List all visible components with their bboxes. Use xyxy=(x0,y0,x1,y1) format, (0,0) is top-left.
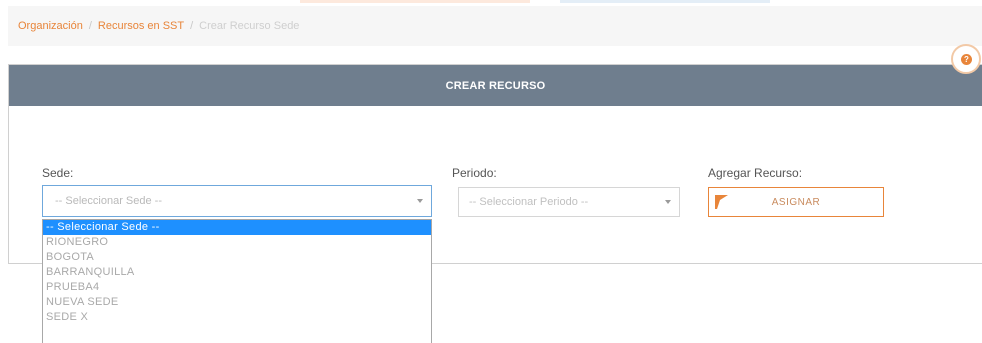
agregar-recurso-label: Agregar Recurso: xyxy=(708,166,803,180)
sede-option[interactable]: -- Seleccionar Sede -- xyxy=(43,220,431,235)
sede-label: Sede: xyxy=(42,166,74,180)
sede-select[interactable]: -- Seleccionar Sede -- xyxy=(42,185,432,217)
help-button[interactable]: ? xyxy=(951,44,981,74)
asignar-button-label: ASIGNAR xyxy=(771,196,821,208)
top-strip-segment xyxy=(300,0,530,3)
question-circle-icon: ? xyxy=(961,53,972,65)
periodo-select-value: -- Seleccionar Periodo -- xyxy=(469,196,589,208)
breadcrumb-recursos-sst[interactable]: Recursos en SST xyxy=(98,20,184,32)
sede-option[interactable]: RIONEGRO xyxy=(43,235,431,250)
sede-option[interactable]: PRUEBA4 xyxy=(43,280,431,295)
sede-select-value: -- Seleccionar Sede -- xyxy=(55,195,162,207)
sede-option[interactable]: BARRANQUILLA xyxy=(43,265,431,280)
periodo-label: Periodo: xyxy=(452,166,497,180)
breadcrumb-current: Crear Recurso Sede xyxy=(199,20,300,32)
sede-option[interactable]: SEDE X xyxy=(43,310,431,325)
orange-flag-icon xyxy=(715,195,728,209)
periodo-select[interactable]: -- Seleccionar Periodo -- xyxy=(458,187,680,217)
chevron-down-icon xyxy=(665,200,671,204)
sede-option[interactable]: BOGOTA xyxy=(43,250,431,265)
chevron-down-icon xyxy=(417,199,423,203)
breadcrumb-organizacion[interactable]: Organización xyxy=(18,20,83,32)
asignar-button[interactable]: ASIGNAR xyxy=(708,187,884,217)
panel-title: CREAR RECURSO xyxy=(9,65,982,106)
top-strip-segment xyxy=(560,0,770,3)
breadcrumb-separator: / xyxy=(88,20,92,32)
breadcrumb-separator: / xyxy=(190,20,194,32)
sede-dropdown-list: -- Seleccionar Sede -- RIONEGRO BOGOTA B… xyxy=(42,219,432,343)
sede-option[interactable]: NUEVA SEDE xyxy=(43,295,431,310)
breadcrumb: Organización / Recursos en SST / Crear R… xyxy=(8,6,982,46)
